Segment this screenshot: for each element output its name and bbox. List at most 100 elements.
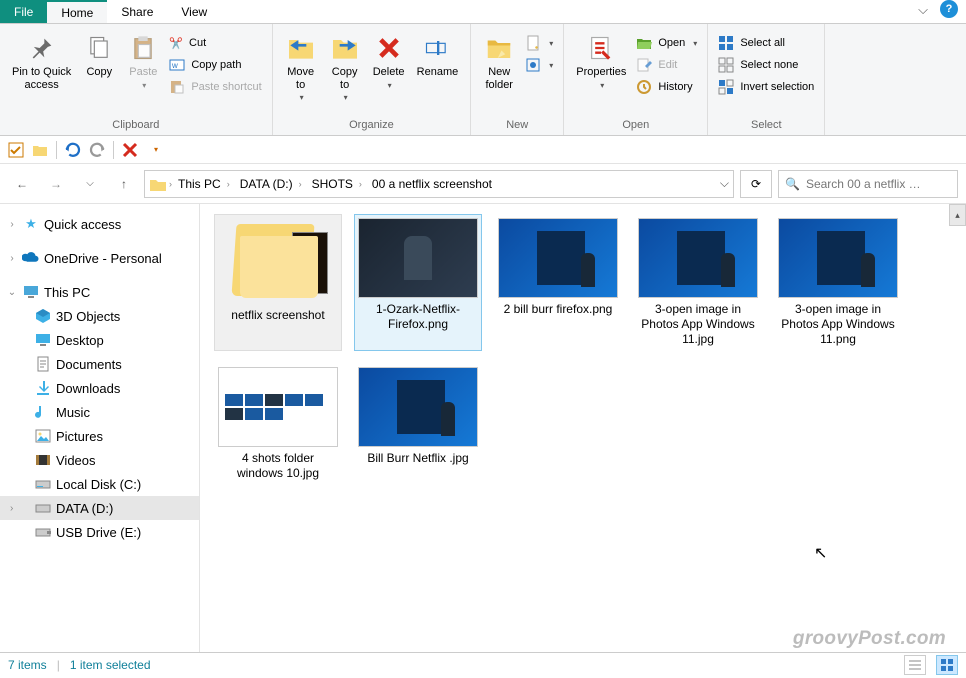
move-to-icon: [285, 32, 317, 64]
open-button[interactable]: Open▾: [632, 32, 701, 54]
invert-selection-button[interactable]: Invert selection: [714, 76, 818, 98]
open-icon: [636, 35, 652, 51]
new-folder-button[interactable]: New folder: [477, 30, 521, 93]
file-list: ▴ netflix screenshot1-Ozark-Netflix-Fire…: [200, 204, 966, 652]
tree-item[interactable]: Desktop: [0, 328, 199, 352]
select-none-button[interactable]: Select none: [714, 54, 818, 76]
qat-dropdown-icon[interactable]: ▾: [146, 140, 166, 160]
thumbnail: [778, 218, 898, 298]
copy-path-button[interactable]: wCopy path: [165, 54, 265, 76]
file-item[interactable]: 1-Ozark-Netflix-Firefox.png: [354, 214, 482, 351]
tree-onedrive[interactable]: ›OneDrive - Personal: [0, 246, 199, 270]
thumbnail: [498, 218, 618, 298]
tree-item[interactable]: Videos: [0, 448, 199, 472]
crumb-data[interactable]: DATA (D:)›: [236, 177, 306, 191]
breadcrumb[interactable]: › This PC› DATA (D:)› SHOTS› 00 a netfli…: [144, 170, 734, 198]
tree-item-icon: [34, 379, 52, 397]
tree-item[interactable]: Music: [0, 400, 199, 424]
crumb-current[interactable]: 00 a netflix screenshot: [368, 177, 496, 191]
edit-button[interactable]: Edit: [632, 54, 701, 76]
edit-icon: [636, 57, 652, 73]
tree-item[interactable]: Documents: [0, 352, 199, 376]
tree-item[interactable]: Pictures: [0, 424, 199, 448]
tree-item[interactable]: ›DATA (D:): [0, 496, 199, 520]
crumb-this-pc[interactable]: This PC›: [174, 177, 234, 191]
paste-icon: [127, 32, 159, 64]
nav-up-button[interactable]: ↑: [110, 170, 138, 198]
file-item[interactable]: 2 bill burr firefox.png: [494, 214, 622, 351]
refresh-button[interactable]: ⟳: [740, 170, 772, 198]
tab-view[interactable]: View: [167, 0, 221, 23]
file-item[interactable]: Bill Burr Netflix .jpg: [354, 363, 482, 485]
group-organize-label: Organize: [349, 117, 394, 135]
tree-item[interactable]: USB Drive (E:): [0, 520, 199, 544]
paste-shortcut-button[interactable]: Paste shortcut: [165, 76, 265, 98]
tree-item-icon: [34, 499, 52, 517]
status-item-count: 7 items: [8, 658, 47, 672]
quick-access-toolbar: ▾: [0, 136, 966, 164]
crumb-dropdown-icon[interactable]: ⌵: [720, 176, 729, 191]
qat-checkbox-icon[interactable]: [6, 140, 26, 160]
copy-button[interactable]: Copy: [77, 30, 121, 81]
crumb-shots[interactable]: SHOTS›: [308, 177, 366, 191]
file-item[interactable]: 3-open image in Photos App Windows 11.pn…: [774, 214, 902, 351]
details-view-button[interactable]: [904, 655, 926, 675]
paste-shortcut-icon: [169, 79, 185, 95]
svg-text:w: w: [171, 61, 178, 70]
tree-item[interactable]: 3D Objects: [0, 304, 199, 328]
pin-to-quick-access-button[interactable]: Pin to Quick access: [6, 30, 77, 93]
search-input[interactable]: 🔍 Search 00 a netflix …: [778, 170, 958, 198]
status-bar: 7 items | 1 item selected: [0, 652, 966, 676]
nav-back-button[interactable]: ←: [8, 170, 36, 198]
tree-this-pc[interactable]: ⌄This PC: [0, 280, 199, 304]
easy-access-button[interactable]: ▾: [521, 54, 557, 76]
rename-button[interactable]: Rename: [411, 30, 465, 81]
paste-button[interactable]: Paste ▾: [121, 30, 165, 92]
easy-access-icon: [525, 57, 541, 73]
new-folder-icon: [483, 32, 515, 64]
history-button[interactable]: History: [632, 76, 701, 98]
tab-share[interactable]: Share: [107, 0, 167, 23]
scrollbar-up-icon[interactable]: ▴: [949, 204, 966, 226]
file-item[interactable]: 4 shots folder windows 10.jpg: [214, 363, 342, 485]
qat-delete-icon[interactable]: [120, 140, 140, 160]
group-new-label: New: [506, 117, 528, 135]
item-label: 3-open image in Photos App Windows 11.pn…: [778, 302, 898, 347]
help-icon[interactable]: ?: [940, 0, 958, 18]
search-icon: 🔍: [785, 177, 800, 191]
folder-item[interactable]: netflix screenshot: [214, 214, 342, 351]
cut-button[interactable]: ✂️Cut: [165, 32, 265, 54]
rename-icon: [421, 32, 453, 64]
nav-forward-button[interactable]: →: [42, 170, 70, 198]
thumbnail: [358, 218, 478, 298]
qat-undo-icon[interactable]: [63, 140, 83, 160]
pin-icon: [26, 32, 58, 64]
item-label: Bill Burr Netflix .jpg: [367, 451, 468, 466]
tab-home[interactable]: Home: [47, 0, 107, 23]
qat-folder-icon[interactable]: [30, 140, 50, 160]
properties-button[interactable]: Properties▾: [570, 30, 632, 92]
tree-item[interactable]: Downloads: [0, 376, 199, 400]
copy-icon: [83, 32, 115, 64]
delete-button[interactable]: Delete▾: [367, 30, 411, 92]
tree-quick-access[interactable]: ›★Quick access: [0, 212, 199, 236]
properties-icon: [585, 32, 617, 64]
history-icon: [636, 79, 652, 95]
copy-to-button[interactable]: Copy to▾: [323, 30, 367, 104]
qat-redo-icon[interactable]: [87, 140, 107, 160]
delete-icon: [373, 32, 405, 64]
file-item[interactable]: 3-open image in Photos App Windows 11.jp…: [634, 214, 762, 351]
select-all-button[interactable]: Select all: [714, 32, 818, 54]
tree-item-icon: [34, 523, 52, 541]
tree-item-icon: [34, 355, 52, 373]
thumbnails-view-button[interactable]: [936, 655, 958, 675]
new-item-button[interactable]: ▾: [521, 32, 557, 54]
invert-selection-icon: [718, 79, 734, 95]
nav-recent-dropdown[interactable]: ⌵: [76, 170, 104, 198]
tab-file[interactable]: File: [0, 0, 47, 23]
ribbon-collapse-icon[interactable]: ⌵: [910, 0, 936, 23]
tree-item[interactable]: Local Disk (C:): [0, 472, 199, 496]
move-to-button[interactable]: Move to▾: [279, 30, 323, 104]
thumbnail: [358, 367, 478, 447]
group-open-label: Open: [622, 117, 649, 135]
